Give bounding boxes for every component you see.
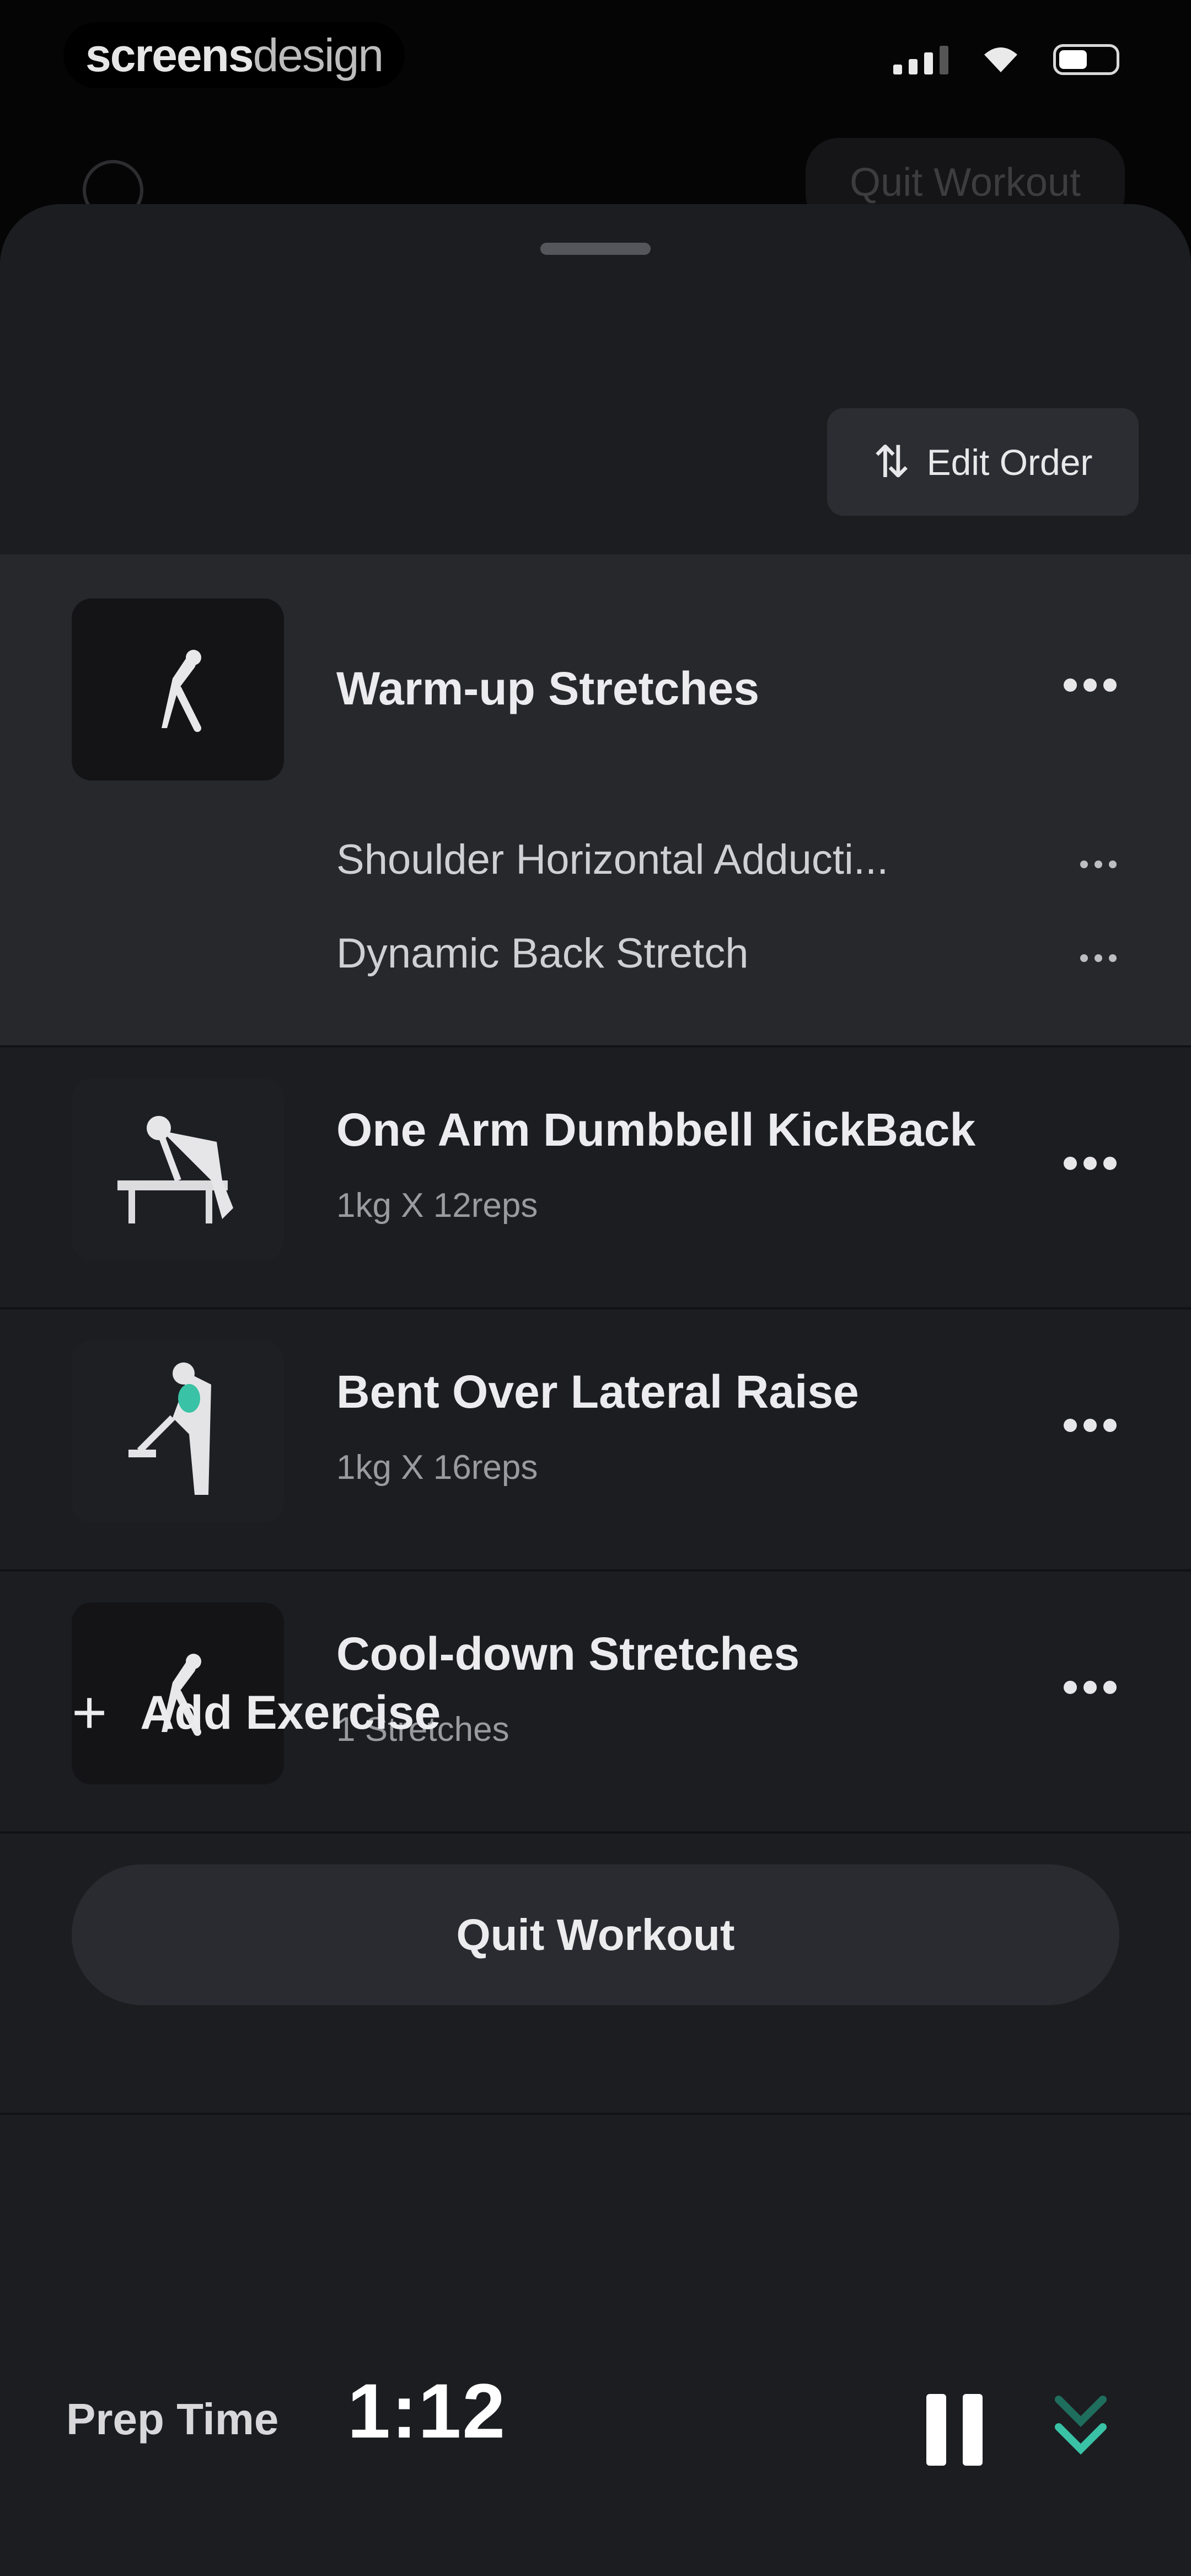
quit-workout-button[interactable]: Quit Workout <box>72 1864 1119 2005</box>
exercise-thumbnail <box>72 598 284 781</box>
sort-arrows-icon: ⇅ <box>873 437 910 487</box>
exercise-title: Warm-up Stretches <box>336 662 760 714</box>
cellular-signal-icon <box>893 45 948 74</box>
add-exercise-button[interactable]: + Add Exercise <box>72 1682 441 1743</box>
plus-icon: + <box>72 1679 108 1746</box>
row-divider <box>0 1569 1191 1572</box>
exercise-row-kickback[interactable]: One Arm Dumbbell KickBack 1kg X 12reps <box>0 1048 1191 1307</box>
brand-logo: screens design <box>63 22 405 88</box>
sub-exercise-item[interactable]: Dynamic Back Stretch <box>336 929 749 977</box>
chevron-double-down-icon[interactable] <box>1048 2383 1114 2466</box>
sheet-handle[interactable] <box>540 243 651 255</box>
row-divider <box>0 1307 1191 1310</box>
prep-time-label: Prep Time <box>66 2395 279 2444</box>
exercise-title: Cool-down Stretches <box>336 1628 800 1680</box>
prep-timer: 1:12 <box>347 2367 507 2454</box>
brand-light-text: design <box>253 29 384 81</box>
brand-bold-text: screens <box>85 29 254 81</box>
more-options-icon[interactable] <box>1064 1681 1117 1694</box>
row-divider <box>0 1045 1191 1047</box>
more-options-icon[interactable] <box>1080 954 1117 962</box>
more-options-icon[interactable] <box>1064 678 1117 692</box>
timer-bar <box>0 2113 1191 2374</box>
dumbbell-kickback-figure-icon <box>117 1116 233 1223</box>
edit-order-label: Edit Order <box>926 441 1093 483</box>
exercise-subtitle: 1kg X 12reps <box>336 1187 538 1225</box>
battery-icon <box>1053 44 1119 75</box>
exercise-row-warmup[interactable]: Warm-up Stretches Shoulder Horizontal Ad… <box>0 554 1191 1045</box>
exercise-subtitle: 1kg X 16reps <box>336 1449 538 1487</box>
more-options-icon[interactable] <box>1080 861 1117 868</box>
exercise-thumbnail <box>72 1078 284 1260</box>
status-bar: screens design <box>0 0 1191 138</box>
exercise-row-lateral-raise[interactable]: Bent Over Lateral Raise 1kg X 16reps <box>0 1310 1191 1569</box>
sub-exercise-item[interactable]: Shoulder Horizontal Adducti... <box>336 836 888 884</box>
more-options-icon[interactable] <box>1064 1419 1117 1432</box>
add-exercise-label: Add Exercise <box>140 1686 441 1739</box>
lateral-raise-figure-icon <box>128 1362 211 1495</box>
stretch-figure-icon <box>161 650 201 732</box>
exercise-title: One Arm Dumbbell KickBack <box>336 1104 976 1156</box>
wifi-icon <box>984 47 1017 72</box>
more-options-icon[interactable] <box>1064 1157 1117 1170</box>
edit-order-button[interactable]: ⇅ Edit Order <box>827 408 1139 516</box>
exercise-title: Bent Over Lateral Raise <box>336 1366 859 1418</box>
exercise-thumbnail <box>72 1340 284 1522</box>
row-divider <box>0 1831 1191 1834</box>
status-icons <box>893 44 1119 75</box>
pause-icon[interactable] <box>926 2394 983 2466</box>
